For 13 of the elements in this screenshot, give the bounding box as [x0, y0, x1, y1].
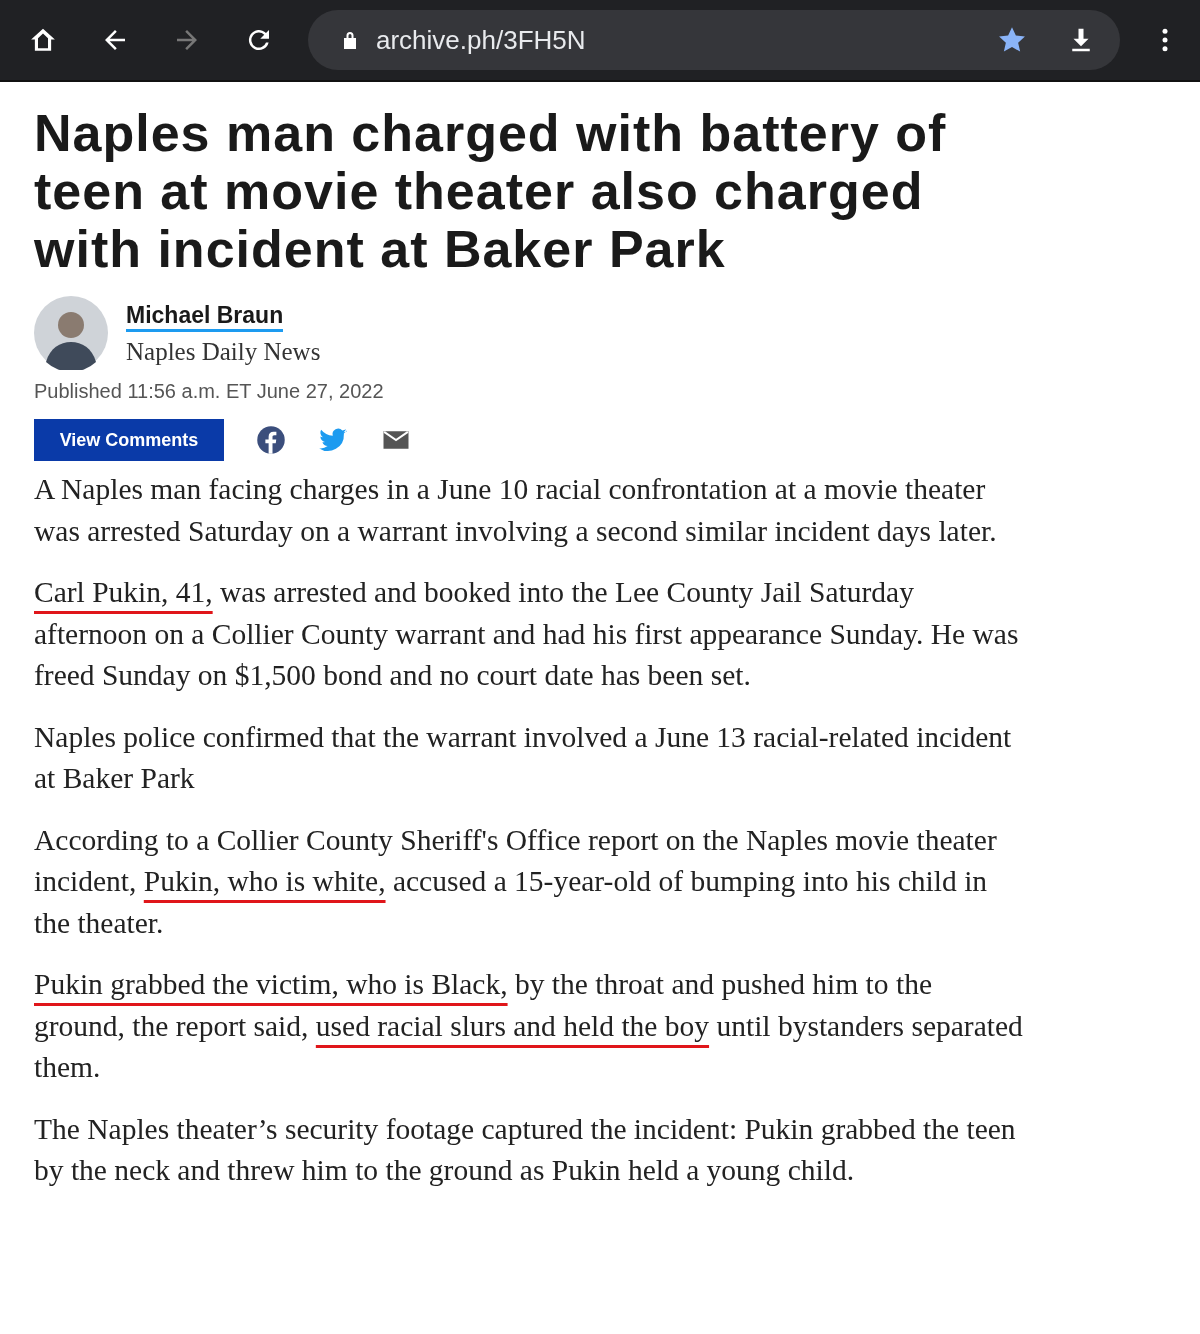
author-link[interactable]: Michael Braun: [126, 300, 284, 332]
article-paragraph: Carl Pukin, 41, was arrested and booked into the Lee County Jail Saturday afternoon on a Collier County warrant and had his first appearance Sunday. He was freed Sunday on $1,500 bond and no court date has been set.: [34, 575, 1020, 693]
article-headline: Naples man charged with battery of teen at movie theater also charged with incident at Baker Park: [34, 104, 948, 278]
article-paragraph: Pukin grabbed the victim, who is Black, by the throat and pushed him to the ground, the report said, used racial slurs and held the boy until bystanders separated them.: [34, 967, 1024, 1085]
facebook-icon[interactable]: [256, 425, 286, 455]
outlet-name: Naples Daily News: [126, 337, 321, 366]
article-paragraph: According to a Collier County Sheriff's Office report on the Naples movie theater incident, Pukin, who is white, accused a 15-year-old of bumping into his child in the theater.: [34, 822, 998, 941]
address-bar[interactable]: archive.ph/3FH5N: [308, 10, 1120, 70]
publish-date: Published 11:56 a.m. ET June 27, 2022: [34, 380, 385, 403]
view-comments-button[interactable]: View Comments: [34, 419, 224, 461]
article-paragraph: A Naples man facing charges in a June 10 racial confrontation at a movie theater was arrested Saturday on a warrant involving a second similar incident days later.: [34, 472, 998, 549]
article-paragraph: Naples police confirmed that the warrant involved a June 13 racial-related incident at Baker Park: [34, 719, 1013, 796]
article-paragraph: The Naples theater’s security footage captured the incident: Pukin grabbed the teen by the neck and threw him to the ground as Pukin held a young child.: [34, 1111, 1017, 1188]
